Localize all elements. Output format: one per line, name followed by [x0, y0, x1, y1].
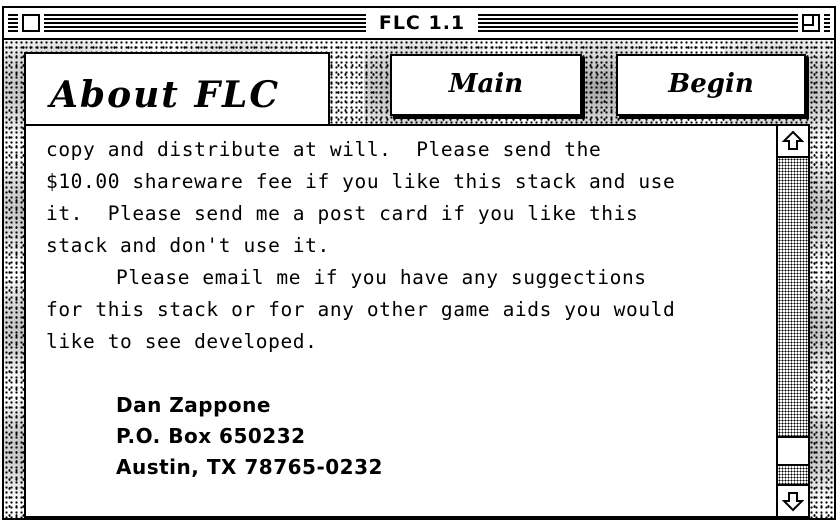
address-line-2: Austin, TX 78765-0232: [116, 455, 383, 479]
about-text-field[interactable]: copy and distribute at will. Please send…: [24, 124, 810, 518]
text-content: copy and distribute at will. Please send…: [46, 134, 782, 483]
title-stripes-left: [8, 14, 368, 34]
zoom-box-icon[interactable]: [798, 10, 824, 36]
section-title-tab: About FLC: [24, 52, 330, 124]
scroll-up-button[interactable]: [778, 126, 808, 158]
address-line-1: P.O. Box 650232: [116, 424, 306, 448]
paragraph-email: Please email me if you have any suggecti…: [46, 266, 676, 353]
down-arrow-icon: [782, 492, 804, 512]
vertical-scrollbar[interactable]: [776, 126, 808, 516]
close-box-icon[interactable]: [18, 10, 44, 36]
section-title: About FLC: [50, 74, 280, 116]
begin-button[interactable]: Begin: [616, 54, 806, 116]
card-background: About FLC Main Begin copy and distribute…: [4, 40, 834, 518]
scroll-thumb[interactable]: [778, 436, 808, 466]
scroll-down-button[interactable]: [778, 484, 808, 516]
scroll-track[interactable]: [778, 158, 808, 484]
up-arrow-icon: [782, 130, 804, 150]
author-name: Dan Zappone: [116, 393, 271, 417]
author-address: Dan Zappone P.O. Box 650232 Austin, TX 7…: [46, 390, 782, 483]
title-bar[interactable]: FLC 1.1: [4, 8, 834, 40]
main-button[interactable]: Main: [390, 54, 582, 116]
stack-window: FLC 1.1 About FLC Main Begin copy and di…: [2, 6, 836, 520]
window-title: FLC 1.1: [366, 12, 478, 34]
title-stripes-right: [478, 14, 830, 34]
paragraph-shareware: copy and distribute at will. Please send…: [46, 138, 676, 257]
